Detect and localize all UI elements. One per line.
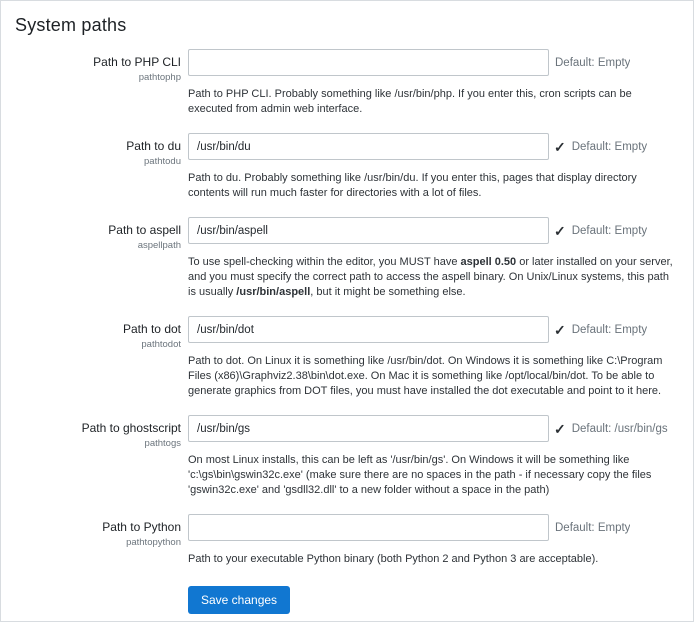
setting-label: Path to du bbox=[15, 139, 181, 154]
default-value: Default: Empty bbox=[572, 324, 647, 336]
setting-input-line: Default: Empty bbox=[188, 514, 679, 541]
system-paths-page: System paths Path to PHP CLI pathtophp D… bbox=[1, 1, 693, 628]
default-value: Default: Empty bbox=[572, 225, 647, 237]
setting-label: Path to Python bbox=[15, 520, 181, 535]
setting-row: Path to ghostscript pathtogs ✓ Default: … bbox=[15, 415, 679, 514]
setting-input-line: ✓ Default: Empty bbox=[188, 316, 679, 343]
setting-description: On most Linux installs, this can be left… bbox=[188, 453, 677, 498]
setting-row: Path to PHP CLI pathtophp Default: Empty… bbox=[15, 49, 679, 133]
default-value: Default: Empty bbox=[555, 522, 630, 534]
setting-input-line: Default: Empty bbox=[188, 49, 679, 76]
setting-label-column: Path to ghostscript pathtogs bbox=[15, 415, 181, 449]
checkmark-icon: ✓ bbox=[554, 422, 566, 436]
setting-shortname: pathtodu bbox=[15, 156, 181, 167]
save-changes-button[interactable]: Save changes bbox=[188, 586, 290, 614]
setting-label-column: Path to aspell aspellpath bbox=[15, 217, 181, 251]
setting-form-column: Default: Empty Path to PHP CLI. Probably… bbox=[188, 49, 679, 133]
setting-input-line: ✓ Default: Empty bbox=[188, 133, 679, 160]
setting-form-column: ✓ Default: /usr/bin/gs On most Linux ins… bbox=[188, 415, 679, 514]
setting-shortname: pathtophp bbox=[15, 72, 181, 83]
setting-shortname: pathtogs bbox=[15, 438, 181, 449]
setting-row: Path to du pathtodu ✓ Default: Empty Pat… bbox=[15, 133, 679, 217]
setting-label: Path to aspell bbox=[15, 223, 181, 238]
page-title: System paths bbox=[15, 15, 679, 36]
path-input[interactable] bbox=[188, 316, 549, 343]
setting-label-column: Path to Python pathtopython bbox=[15, 514, 181, 548]
checkmark-icon: ✓ bbox=[554, 140, 566, 154]
setting-label: Path to ghostscript bbox=[15, 421, 181, 436]
path-input[interactable] bbox=[188, 415, 549, 442]
setting-label-column: Path to dot pathtodot bbox=[15, 316, 181, 350]
setting-form-column: Default: Empty Path to your executable P… bbox=[188, 514, 679, 583]
setting-shortname: pathtopython bbox=[15, 537, 181, 548]
setting-row: Path to aspell aspellpath ✓ Default: Emp… bbox=[15, 217, 679, 316]
default-value: Default: Empty bbox=[572, 141, 647, 153]
default-value: Default: /usr/bin/gs bbox=[572, 423, 668, 435]
setting-input-line: ✓ Default: Empty bbox=[188, 217, 679, 244]
setting-shortname: aspellpath bbox=[15, 240, 181, 251]
path-input[interactable] bbox=[188, 133, 549, 160]
settings-list: Path to PHP CLI pathtophp Default: Empty… bbox=[15, 49, 679, 583]
setting-row: Path to Python pathtopython Default: Emp… bbox=[15, 514, 679, 583]
path-input[interactable] bbox=[188, 49, 549, 76]
path-input[interactable] bbox=[188, 217, 549, 244]
setting-input-line: ✓ Default: /usr/bin/gs bbox=[188, 415, 679, 442]
setting-description: Path to PHP CLI. Probably something like… bbox=[188, 87, 677, 117]
setting-shortname: pathtodot bbox=[15, 339, 181, 350]
setting-label-column: Path to PHP CLI pathtophp bbox=[15, 49, 181, 83]
checkmark-icon: ✓ bbox=[554, 224, 566, 238]
setting-description: Path to dot. On Linux it is something li… bbox=[188, 354, 677, 399]
setting-form-column: ✓ Default: Empty Path to du. Probably so… bbox=[188, 133, 679, 217]
setting-label: Path to PHP CLI bbox=[15, 55, 181, 70]
checkmark-icon: ✓ bbox=[554, 323, 566, 337]
setting-description: Path to du. Probably something like /usr… bbox=[188, 171, 677, 201]
setting-label-column: Path to du pathtodu bbox=[15, 133, 181, 167]
setting-row: Path to dot pathtodot ✓ Default: Empty P… bbox=[15, 316, 679, 415]
setting-form-column: ✓ Default: Empty Path to dot. On Linux i… bbox=[188, 316, 679, 415]
setting-label: Path to dot bbox=[15, 322, 181, 337]
path-input[interactable] bbox=[188, 514, 549, 541]
default-value: Default: Empty bbox=[555, 57, 630, 69]
setting-description: To use spell-checking within the editor,… bbox=[188, 255, 677, 300]
setting-description: Path to your executable Python binary (b… bbox=[188, 552, 677, 567]
setting-form-column: ✓ Default: Empty To use spell-checking w… bbox=[188, 217, 679, 316]
